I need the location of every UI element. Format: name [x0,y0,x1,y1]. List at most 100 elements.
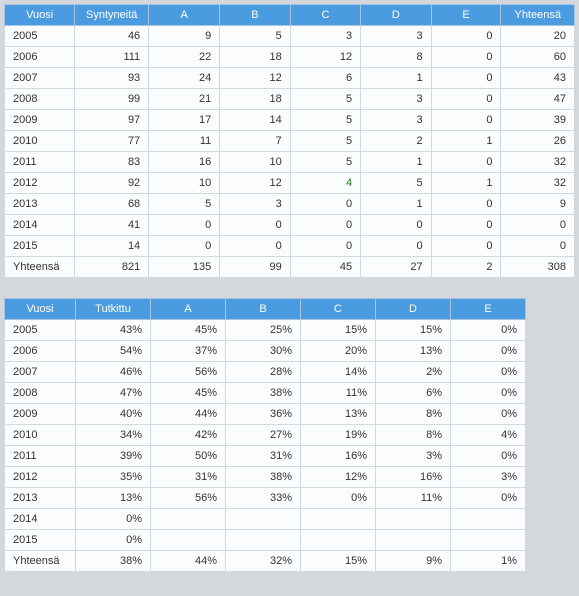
header-b: B [226,299,301,320]
cell-syntyneita: 111 [75,47,149,68]
table-row: Yhteensä8211359945272308 [5,257,575,278]
cell-a: 21 [149,89,220,110]
cell-b: 38% [226,383,301,404]
cell-tutkittu: 46% [76,362,151,383]
cell-yhteensa: 308 [501,257,575,278]
cell-d: 27 [361,257,431,278]
cell-syntyneita: 83 [75,152,149,173]
cell-year: 2010 [5,425,76,446]
cell-year: 2008 [5,383,76,404]
cell-yhteensa: 32 [501,152,575,173]
cell-year: 2015 [5,530,76,551]
cell-tutkittu: 40% [76,404,151,425]
cell-e: 0% [451,320,526,341]
cell-b: 33% [226,488,301,509]
cell-c: 14% [301,362,376,383]
cell-b: 0 [220,236,290,257]
cell-c: 3 [290,26,360,47]
table-row: 200654%37%30%20%13%0% [5,341,526,362]
cell-b: 18 [220,89,290,110]
cell-d: 11% [376,488,451,509]
cell-d [376,509,451,530]
cell-b: 99 [220,257,290,278]
cell-syntyneita: 68 [75,194,149,215]
header-b: B [220,5,290,26]
cell-d: 0 [361,215,431,236]
cell-syntyneita: 46 [75,26,149,47]
cell-year: 2014 [5,215,75,236]
cell-e: 0% [451,341,526,362]
cell-a: 45% [151,320,226,341]
cell-d: 8% [376,425,451,446]
cell-b: 10 [220,152,290,173]
cell-c: 5 [290,131,360,152]
cell-d: 5 [361,173,431,194]
cell-b: 25% [226,320,301,341]
cell-b: 31% [226,446,301,467]
cell-year: 2005 [5,26,75,47]
table-row: 201368530109 [5,194,575,215]
cell-b: 32% [226,551,301,572]
table-row: 200793241261043 [5,68,575,89]
cell-syntyneita: 97 [75,110,149,131]
cell-tutkittu: 0% [76,530,151,551]
data-table-counts: Vuosi Syntyneitä A B C D E Yhteensä 2005… [4,4,575,278]
cell-e: 0 [431,215,501,236]
cell-year: 2005 [5,320,76,341]
cell-year: 2012 [5,467,76,488]
table-row: 201183161051032 [5,152,575,173]
cell-d: 9% [376,551,451,572]
table-row: 20061112218128060 [5,47,575,68]
cell-e: 0 [431,68,501,89]
cell-syntyneita: 821 [75,257,149,278]
header-e: E [431,5,501,26]
cell-c: 5 [290,89,360,110]
cell-syntyneita: 92 [75,173,149,194]
cell-a: 22 [149,47,220,68]
header-tutkittu: Tutkittu [76,299,151,320]
cell-c: 12 [290,47,360,68]
cell-c: 6 [290,68,360,89]
cell-d: 3 [361,110,431,131]
cell-syntyneita: 77 [75,131,149,152]
cell-year: 2014 [5,509,76,530]
cell-d: 2% [376,362,451,383]
cell-d: 8 [361,47,431,68]
header-a: A [149,5,220,26]
header-a: A [151,299,226,320]
cell-tutkittu: 13% [76,488,151,509]
cell-d: 1 [361,68,431,89]
cell-e: 0 [431,152,501,173]
cell-a: 44% [151,551,226,572]
cell-tutkittu: 38% [76,551,151,572]
cell-yhteensa: 32 [501,173,575,194]
cell-year: 2007 [5,362,76,383]
cell-a [151,509,226,530]
cell-c: 0 [290,236,360,257]
cell-syntyneita: 93 [75,68,149,89]
cell-e: 1 [431,131,501,152]
cell-d: 13% [376,341,451,362]
cell-a: 9 [149,26,220,47]
header-e: E [451,299,526,320]
cell-yhteensa: 9 [501,194,575,215]
cell-e: 0% [451,362,526,383]
cell-d: 0 [361,236,431,257]
cell-c: 19% [301,425,376,446]
cell-tutkittu: 34% [76,425,151,446]
cell-tutkittu: 35% [76,467,151,488]
cell-a: 42% [151,425,226,446]
cell-e: 1% [451,551,526,572]
cell-d: 1 [361,152,431,173]
cell-a: 5 [149,194,220,215]
table-row: 2005469533020 [5,26,575,47]
cell-c: 13% [301,404,376,425]
header-yhteensa: Yhteensä [501,5,575,26]
cell-year: 2006 [5,341,76,362]
cell-a: 50% [151,446,226,467]
cell-yhteensa: 47 [501,89,575,110]
cell-a: 16 [149,152,220,173]
cell-yhteensa: 39 [501,110,575,131]
header-c: C [290,5,360,26]
cell-b [226,509,301,530]
